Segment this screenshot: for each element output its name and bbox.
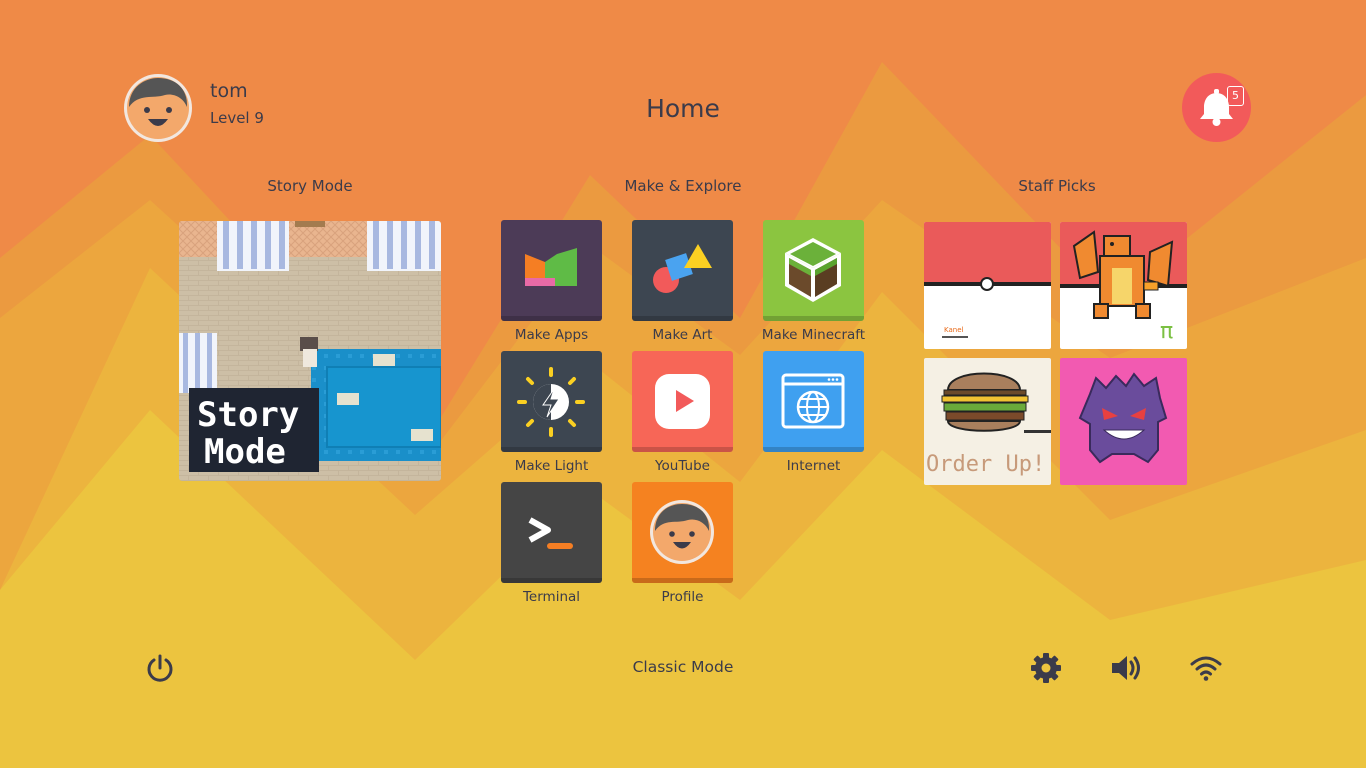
terminal-tile[interactable]: Terminal: [501, 482, 602, 605]
internet-tile[interactable]: Internet: [763, 351, 864, 474]
make-explore-heading: Make & Explore: [624, 177, 742, 195]
pokeball-caption: Kanel: [944, 326, 964, 334]
burger-art: Order Up!: [924, 358, 1051, 485]
gear-icon: [1031, 653, 1061, 683]
youtube-tile[interactable]: YouTube: [632, 351, 733, 474]
classic-mode-button[interactable]: Classic Mode: [583, 658, 783, 676]
youtube-icon: [655, 374, 710, 429]
settings-button[interactable]: [1029, 651, 1063, 685]
internet-label: Internet: [786, 458, 841, 474]
notifications-button[interactable]: 5: [1182, 73, 1251, 142]
notification-count: 5: [1227, 86, 1244, 106]
profile-avatar-icon: [650, 500, 714, 564]
profile-tile[interactable]: Profile: [632, 482, 733, 605]
wifi-button[interactable]: [1189, 651, 1223, 685]
volume-icon: [1112, 656, 1140, 680]
make-minecraft-label: Make Minecraft: [761, 327, 866, 343]
staff-picks-heading: Staff Picks: [1018, 177, 1096, 195]
make-apps-icon: [525, 248, 577, 286]
terminal-icon: [528, 517, 573, 549]
make-apps-tile[interactable]: Make Apps: [501, 220, 602, 343]
power-icon: [147, 654, 173, 682]
pokeball-art: Kanel: [924, 222, 1051, 349]
power-button[interactable]: [143, 651, 177, 685]
bell-icon: [1200, 89, 1233, 126]
charizard-pixel-art: π: [1060, 222, 1187, 349]
minecraft-block-icon: [785, 238, 841, 302]
profile-icon-box: [632, 482, 733, 583]
youtube-label: YouTube: [655, 458, 710, 474]
pi-symbol: π: [1160, 319, 1173, 344]
terminal-icon-box: [501, 482, 602, 583]
make-light-label: Make Light: [514, 458, 589, 474]
youtube-icon-box: [632, 351, 733, 452]
story-mode-card[interactable]: Story Mode: [179, 221, 441, 481]
make-light-icon-box: [501, 351, 602, 452]
story-mode-title-line1: Story: [197, 395, 299, 435]
staff-pick-charizard[interactable]: π: [1060, 222, 1187, 349]
user-level: Level 9: [210, 109, 264, 127]
order-up-text: Order Up!: [926, 452, 1045, 477]
user-name: tom: [210, 80, 248, 102]
internet-icon-box: [763, 351, 864, 452]
make-light-icon: [517, 367, 585, 437]
user-avatar[interactable]: [123, 73, 193, 143]
make-minecraft-icon-box: [763, 220, 864, 321]
make-light-tile[interactable]: Make Light: [501, 351, 602, 474]
make-art-label: Make Art: [652, 327, 713, 343]
staff-pick-order-up[interactable]: Order Up!: [924, 358, 1051, 485]
make-art-icon-box: [632, 220, 733, 321]
make-art-tile[interactable]: Make Art: [632, 220, 733, 343]
gengar-pixel-art: [1060, 358, 1187, 485]
story-mode-pixel-art: Story Mode: [179, 221, 441, 481]
story-mode-title-line2: Mode: [204, 432, 286, 472]
make-minecraft-tile[interactable]: Make Minecraft: [762, 220, 865, 343]
staff-pick-gengar[interactable]: [1060, 358, 1187, 485]
make-apps-icon-box: [501, 220, 602, 321]
terminal-label: Terminal: [522, 589, 581, 605]
make-apps-label: Make Apps: [514, 327, 589, 343]
make-art-icon: [653, 244, 712, 293]
staff-pick-pokeball[interactable]: Kanel: [924, 222, 1051, 349]
page-title: Home: [646, 94, 720, 123]
story-mode-heading: Story Mode: [267, 177, 353, 195]
internet-globe-icon: [781, 373, 845, 429]
profile-label: Profile: [661, 589, 704, 605]
wifi-icon: [1190, 656, 1222, 681]
volume-button[interactable]: [1109, 651, 1143, 685]
